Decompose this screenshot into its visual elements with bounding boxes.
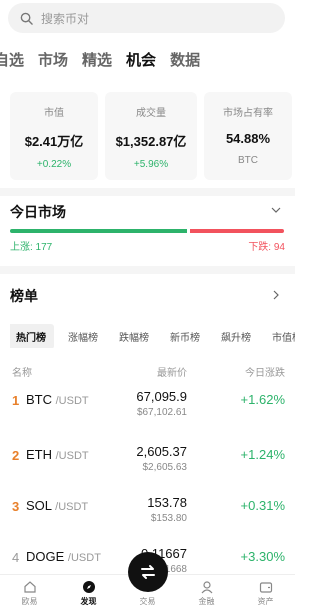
nav-label: 交易 xyxy=(139,597,156,606)
coin-symbol: BTC /USDT xyxy=(26,392,89,407)
stat-label: 市场占有率 xyxy=(223,108,273,119)
coin-symbol: ETH /USDT xyxy=(26,447,89,462)
filter-surging[interactable]: 飙升榜 xyxy=(221,329,251,344)
ranking-filters: 热门榜 涨幅榜 跌幅榜 新币榜 飙升榜 市值榜 xyxy=(10,324,295,348)
nav-item-discover[interactable]: 发现 xyxy=(59,575,118,610)
market-stats: 市值 $2.41万亿 +0.22% 成交量 $1,352.87亿 +5.96% … xyxy=(10,92,295,180)
table-row[interactable]: 1 BTC /USDT 67,095.9 $67,102.61 +1.62% xyxy=(0,389,295,445)
section-divider xyxy=(0,188,295,196)
usd-price: $67,102.61 xyxy=(136,407,187,418)
home-icon xyxy=(23,581,36,593)
advancers-bar xyxy=(10,229,187,233)
daily-change: +0.31% xyxy=(240,498,285,513)
tab-data[interactable]: 数据 xyxy=(170,49,200,70)
market-breadth-bar xyxy=(10,229,284,233)
stat-card-market-cap[interactable]: 市值 $2.41万亿 +0.22% xyxy=(10,92,98,180)
filter-new[interactable]: 新币榜 xyxy=(170,329,200,344)
daily-change: +3.30% xyxy=(240,549,285,564)
table-row[interactable]: 2 ETH /USDT 2,605.37 $2,605.63 +1.24% xyxy=(0,444,295,500)
decliners-count: 下跌: 94 xyxy=(248,242,285,253)
wallet-icon xyxy=(259,582,272,593)
column-header-name[interactable]: 名称 xyxy=(12,364,32,379)
usd-price: $153.80 xyxy=(150,513,187,524)
stat-label: 成交量 xyxy=(136,108,166,119)
filter-market-cap[interactable]: 市值榜 xyxy=(272,329,295,344)
nav-label: 欧易 xyxy=(21,597,38,606)
column-header-price[interactable]: 最新价 xyxy=(157,364,187,379)
top-tabs: 自选 市场 精选 机会 数据 xyxy=(0,44,295,74)
today-market-title: 今日市场 xyxy=(10,204,66,220)
stat-label: 市值 xyxy=(44,108,64,119)
quote-pair: /USDT xyxy=(55,450,89,462)
stat-card-dominance[interactable]: 市场占有率 54.88% BTC xyxy=(204,92,292,180)
swap-icon xyxy=(141,565,155,579)
last-price: 153.78 xyxy=(147,495,187,510)
coin-symbol: DOGE /USDT xyxy=(26,549,101,564)
stat-value: $1,352.87亿 xyxy=(115,134,187,149)
quote-pair: /USDT xyxy=(67,552,101,564)
tab-opportunities[interactable]: 机会 xyxy=(126,49,156,70)
stat-change: +5.96% xyxy=(133,159,169,170)
coin-symbol: SOL /USDT xyxy=(26,498,88,513)
nav-label: 资产 xyxy=(257,597,274,606)
symbol-text: DOGE xyxy=(26,549,65,564)
symbol-text: BTC xyxy=(26,392,52,407)
rank-number: 4 xyxy=(12,550,20,565)
daily-change: +1.24% xyxy=(240,447,285,462)
rank-number: 3 xyxy=(12,499,20,514)
stat-card-volume[interactable]: 成交量 $1,352.87亿 +5.96% xyxy=(105,92,197,180)
symbol-text: SOL xyxy=(26,498,52,513)
filter-losers[interactable]: 跌幅榜 xyxy=(119,329,149,344)
quote-pair: /USDT xyxy=(55,395,89,407)
chevron-down-icon[interactable] xyxy=(271,205,281,215)
nav-item-assets[interactable]: 资产 xyxy=(236,575,295,610)
stat-asset: BTC xyxy=(238,155,258,166)
section-divider xyxy=(0,266,295,274)
last-price: 67,095.9 xyxy=(136,389,187,404)
nav-item-home[interactable]: 欧易 xyxy=(0,575,59,610)
table-row[interactable]: 3 SOL /USDT 153.78 $153.80 +0.31% xyxy=(0,495,295,551)
advancers-count: 上涨: 177 xyxy=(10,242,53,253)
search-placeholder: 搜索币对 xyxy=(41,11,90,26)
stat-value: 54.88% xyxy=(225,131,271,146)
usd-price: $2,605.63 xyxy=(142,462,188,473)
filter-gainers[interactable]: 涨幅榜 xyxy=(68,329,98,344)
decliners-bar xyxy=(190,229,284,233)
nav-label: 发现 xyxy=(80,597,97,606)
column-header-change[interactable]: 今日涨跌 xyxy=(245,364,285,379)
chevron-right-icon[interactable] xyxy=(271,290,281,300)
rank-number: 1 xyxy=(12,393,20,408)
filter-hot[interactable]: 热门榜 xyxy=(10,324,54,348)
last-price: 2,605.37 xyxy=(136,444,187,459)
search-bar[interactable]: 搜索币对 xyxy=(8,3,285,33)
tab-featured[interactable]: 精选 xyxy=(82,49,112,70)
symbol-text: ETH xyxy=(26,447,52,462)
tab-market[interactable]: 市场 xyxy=(38,49,68,70)
finance-icon xyxy=(201,581,212,594)
rank-number: 2 xyxy=(12,448,20,463)
stat-value: $2.41万亿 xyxy=(24,134,84,149)
daily-change: +1.62% xyxy=(240,392,285,407)
search-icon xyxy=(20,12,33,25)
ranking-title: 榜单 xyxy=(10,288,38,304)
stat-change: +0.22% xyxy=(36,159,72,170)
nav-label: 金融 xyxy=(198,597,215,606)
discover-icon xyxy=(82,581,95,593)
quick-trade-button[interactable] xyxy=(128,552,168,592)
quote-pair: /USDT xyxy=(55,501,89,513)
tab-watchlist[interactable]: 自选 xyxy=(0,49,24,70)
nav-item-finance[interactable]: 金融 xyxy=(177,575,236,610)
